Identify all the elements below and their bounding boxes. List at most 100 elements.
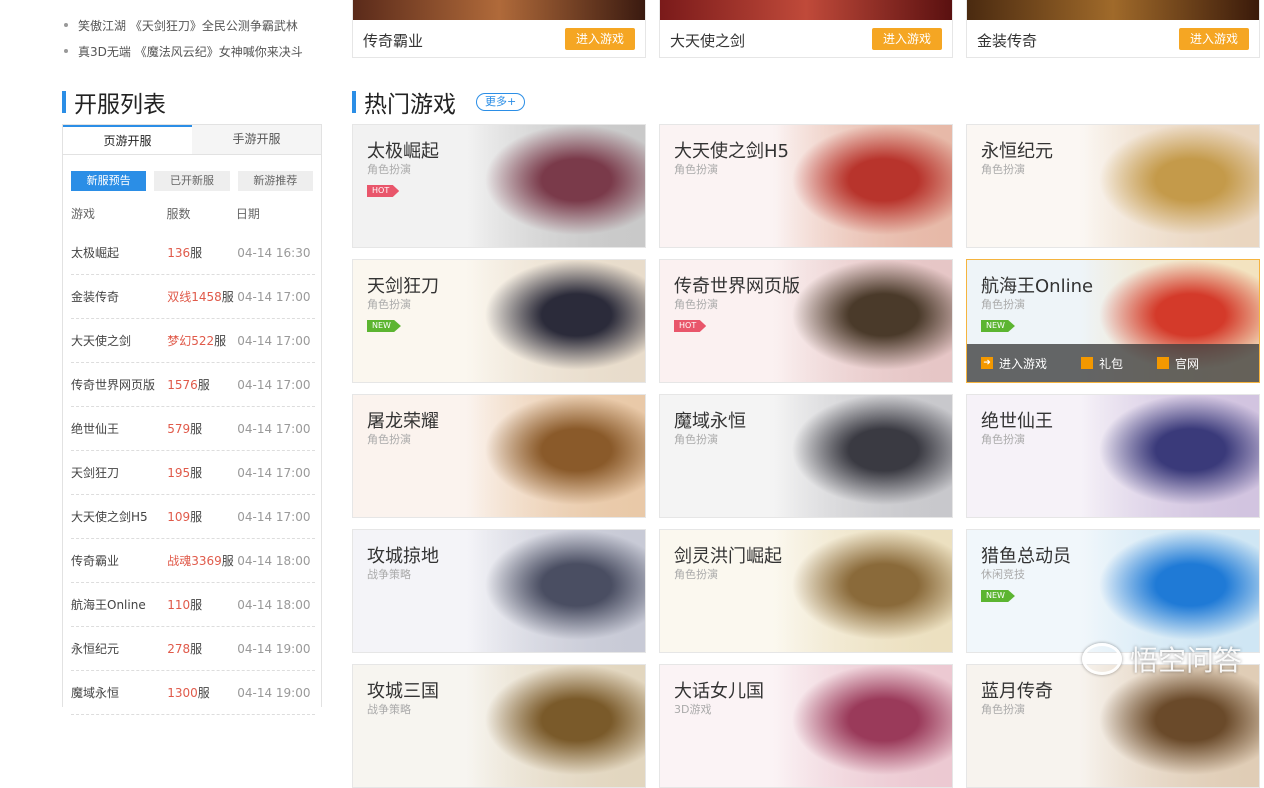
row-game-name[interactable]: 传奇霸业 [71, 552, 167, 569]
row-server: 278服 [167, 640, 237, 657]
game-category: 3D游戏 [674, 701, 711, 717]
news-item[interactable]: 真3D无端 《魔法风云纪》女神喊你来决斗 [62, 38, 322, 64]
row-server: 战魂3369服 [167, 552, 237, 569]
row-game-name[interactable]: 大天使之剑 [71, 332, 167, 349]
game-art [465, 530, 645, 652]
table-row[interactable]: 天剑狂刀195服04-14 17:00 [71, 451, 315, 495]
row-server-number: 278 [167, 642, 190, 656]
table-header: 游戏 服数 日期 [63, 191, 321, 231]
enter-game-label: 进入游戏 [999, 355, 1047, 372]
game-card[interactable]: 天剑狂刀角色扮演NEW [352, 259, 646, 383]
table-row[interactable]: 大天使之剑梦幻522服04-14 17:00 [71, 319, 315, 363]
row-server: 136服 [167, 244, 237, 261]
row-server-suffix: 服 [190, 246, 202, 260]
tab-mobile-game-servers[interactable]: 手游开服 [192, 125, 321, 154]
card-action-bar: ➜进入游戏 礼包 官网 [967, 344, 1259, 382]
row-game-name[interactable]: 永恒纪元 [71, 640, 167, 657]
row-server-suffix: 服 [190, 642, 202, 656]
official-site-label: 官网 [1175, 355, 1199, 372]
game-category: 战争策略 [367, 701, 411, 717]
game-card[interactable]: 屠龙荣耀角色扮演 [352, 394, 646, 518]
featured-banner [660, 0, 952, 20]
game-card[interactable]: 猎鱼总动员休闲竞技NEW [966, 529, 1260, 653]
gift-link[interactable]: 礼包 [1081, 355, 1123, 372]
game-category: 角色扮演 [981, 701, 1025, 717]
table-row[interactable]: 传奇霸业战魂3369服04-14 18:00 [71, 539, 315, 583]
game-name: 天剑狂刀 [367, 272, 439, 298]
featured-banner [353, 0, 645, 20]
subtab-upcoming[interactable]: 新服预告 [71, 171, 146, 191]
game-name: 大天使之剑H5 [674, 137, 789, 163]
row-date: 04-14 18:00 [237, 554, 315, 568]
tab-web-game-servers[interactable]: 页游开服 [63, 125, 192, 154]
game-name: 猎鱼总动员 [981, 542, 1071, 568]
game-name: 屠龙荣耀 [367, 407, 439, 433]
subtab-recommended[interactable]: 新游推荐 [238, 171, 313, 191]
row-date: 04-14 16:30 [237, 246, 315, 260]
table-row[interactable]: 金装传奇双线1458服04-14 17:00 [71, 275, 315, 319]
gift-icon [1081, 357, 1093, 369]
official-site-link[interactable]: 官网 [1157, 355, 1199, 372]
row-date: 04-14 19:00 [237, 642, 315, 656]
row-date: 04-14 17:00 [237, 378, 315, 392]
table-row[interactable]: 绝世仙王579服04-14 17:00 [71, 407, 315, 451]
more-button[interactable]: 更多+ [476, 93, 525, 111]
table-row[interactable]: 传奇世界网页版1576服04-14 17:00 [71, 363, 315, 407]
news-item[interactable]: 笑傲江湖 《天剑狂刀》全民公测争霸武林 [62, 12, 322, 38]
row-game-name[interactable]: 绝世仙王 [71, 420, 167, 437]
featured-card[interactable]: 金装传奇 进入游戏 [966, 0, 1260, 58]
table-row[interactable]: 航海王Online110服04-14 18:00 [71, 583, 315, 627]
news-link[interactable]: 笑傲江湖 《天剑狂刀》全民公测争霸武林 [78, 17, 298, 34]
row-date: 04-14 17:00 [237, 334, 315, 348]
game-art [1079, 125, 1259, 247]
featured-card[interactable]: 大天使之剑 进入游戏 [659, 0, 953, 58]
game-card[interactable]: 传奇世界网页版角色扮演HOT [659, 259, 953, 383]
row-server-suffix: 服 [214, 334, 226, 348]
table-row[interactable]: 太极崛起136服04-14 16:30 [71, 231, 315, 275]
row-server-suffix: 服 [222, 290, 234, 304]
game-name: 剑灵洪门崛起 [674, 542, 782, 568]
game-art [772, 125, 952, 247]
row-game-name[interactable]: 金装传奇 [71, 288, 167, 305]
hot-games-title: 热门游戏 [364, 85, 456, 119]
table-row[interactable]: 永恒纪元278服04-14 19:00 [71, 627, 315, 671]
news-link[interactable]: 真3D无端 《魔法风云纪》女神喊你来决斗 [78, 43, 303, 60]
server-list-title: 开服列表 [74, 85, 166, 119]
enter-game-link[interactable]: ➜进入游戏 [981, 355, 1047, 372]
table-row[interactable]: 大天使之剑H5109服04-14 17:00 [71, 495, 315, 539]
row-game-name[interactable]: 天剑狂刀 [71, 464, 167, 481]
game-name: 攻城掠地 [367, 542, 439, 568]
game-card[interactable]: 永恒纪元角色扮演 [966, 124, 1260, 248]
game-card[interactable]: 攻城掠地战争策略 [352, 529, 646, 653]
featured-card[interactable]: 传奇霸业 进入游戏 [352, 0, 646, 58]
game-category: 角色扮演 [981, 161, 1025, 177]
row-server: 梦幻522服 [167, 332, 237, 349]
featured-game-name: 大天使之剑 [670, 30, 745, 51]
news-list: 笑傲江湖 《天剑狂刀》全民公测争霸武林 真3D无端 《魔法风云纪》女神喊你来决斗 [62, 12, 322, 64]
game-card[interactable]: 太极崛起角色扮演HOT [352, 124, 646, 248]
new-badge: NEW [367, 320, 401, 332]
table-row[interactable]: 魔域永恒1300服04-14 19:00 [71, 671, 315, 715]
featured-game-name: 金装传奇 [977, 30, 1037, 51]
enter-game-button[interactable]: 进入游戏 [872, 28, 942, 50]
row-server-suffix: 服 [190, 466, 202, 480]
row-game-name[interactable]: 魔域永恒 [71, 684, 167, 701]
game-card[interactable]: 绝世仙王角色扮演 [966, 394, 1260, 518]
watermark: 悟空问答 [1082, 639, 1242, 679]
game-card[interactable]: 魔域永恒角色扮演 [659, 394, 953, 518]
game-card[interactable]: 攻城三国战争策略 [352, 664, 646, 788]
game-card[interactable]: 大天使之剑H5角色扮演 [659, 124, 953, 248]
row-game-name[interactable]: 太极崛起 [71, 244, 167, 261]
game-card[interactable]: 大话女儿国3D游戏 [659, 664, 953, 788]
game-card[interactable]: 剑灵洪门崛起角色扮演 [659, 529, 953, 653]
row-date: 04-14 17:00 [237, 466, 315, 480]
enter-game-button[interactable]: 进入游戏 [1179, 28, 1249, 50]
game-card[interactable]: 蓝月传奇角色扮演 [966, 664, 1260, 788]
row-game-name[interactable]: 大天使之剑H5 [71, 508, 167, 525]
subtab-opened[interactable]: 已开新服 [154, 171, 229, 191]
row-game-name[interactable]: 传奇世界网页版 [71, 376, 167, 393]
game-art [465, 260, 645, 382]
enter-game-button[interactable]: 进入游戏 [565, 28, 635, 50]
game-card[interactable]: 航海王Online角色扮演NEW➜进入游戏礼包官网 [966, 259, 1260, 383]
row-game-name[interactable]: 航海王Online [71, 596, 167, 613]
